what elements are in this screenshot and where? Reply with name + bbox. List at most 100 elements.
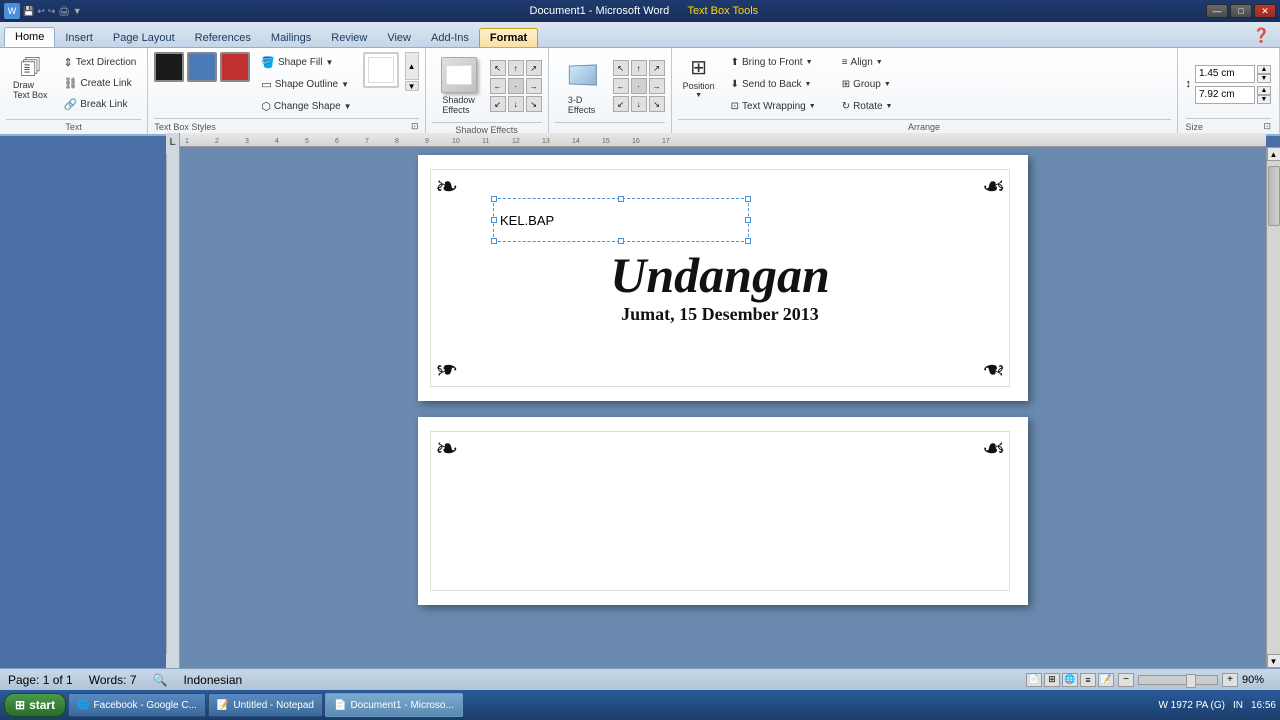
group-icon: ⊞	[842, 79, 850, 90]
styles-scroll-up[interactable]: ▲	[405, 52, 419, 80]
3d-ctrl-9[interactable]: ↘	[649, 96, 665, 112]
shadow-ctrl-5[interactable]: ·	[508, 78, 524, 94]
tab-add-ins[interactable]: Add-Ins	[421, 29, 479, 47]
width-down[interactable]: ▼	[1257, 95, 1271, 104]
height-up[interactable]: ▲	[1257, 65, 1271, 74]
textbox-styles-expand[interactable]: ⊡	[411, 121, 419, 132]
taskbar-item-notepad[interactable]: 📝 Untitled - Notepad	[208, 693, 323, 717]
shadow-ctrl-1[interactable]: ↖	[490, 60, 506, 76]
rotate-button[interactable]: ↻ Rotate ▼	[837, 96, 898, 116]
height-input[interactable]	[1195, 65, 1255, 83]
tab-home[interactable]: Home	[4, 27, 55, 47]
size-expand[interactable]: ⊡	[1263, 121, 1271, 132]
size-arrows-icon: ↕	[1186, 78, 1192, 90]
create-link-button[interactable]: ⛓ Create Link	[59, 73, 142, 93]
scroll-thumb[interactable]	[1268, 166, 1280, 226]
3d-ctrl-4[interactable]: ←	[613, 78, 629, 94]
help-button[interactable]: ❓	[1247, 24, 1276, 47]
shadow-effects-button[interactable]: ShadowEffects	[432, 52, 486, 120]
scroll-down-button[interactable]: ▼	[1267, 654, 1280, 668]
change-shape-icon: ⬡	[261, 100, 271, 113]
taskbar-item-word[interactable]: 📄 Document1 - Microso...	[325, 693, 463, 717]
color-swatch-black[interactable]	[154, 52, 184, 82]
zoom-in-btn[interactable]: +	[1222, 673, 1238, 687]
scroll-up-button[interactable]: ▲	[1267, 147, 1280, 161]
view-full-btn[interactable]: ⊞	[1044, 673, 1060, 687]
width-up[interactable]: ▲	[1257, 86, 1271, 95]
3d-ctrl-2[interactable]: ↑	[631, 60, 647, 76]
handle-tc[interactable]	[618, 196, 624, 202]
spell-check-icon[interactable]: 🔍	[153, 673, 168, 687]
zoom-slider-thumb[interactable]	[1186, 674, 1196, 688]
shadow-ctrl-9[interactable]: ↘	[526, 96, 542, 112]
color-swatch-blue[interactable]	[187, 52, 217, 82]
tab-page-layout[interactable]: Page Layout	[103, 29, 185, 47]
shadow-ctrl-8[interactable]: ↓	[508, 96, 524, 112]
3d-effects-button[interactable]: 3-DEffects	[555, 52, 609, 120]
handle-mr[interactable]	[745, 217, 751, 223]
svg-text:13: 13	[542, 138, 550, 145]
group-button[interactable]: ⊞ Group ▼	[837, 74, 898, 94]
shape-outline-button[interactable]: ▭ Shape Outline ▼	[256, 74, 356, 94]
3d-ctrl-5[interactable]: ·	[631, 78, 647, 94]
document-page-1: ❧ ❧ ❧ ❧ KEL.BAP Undan	[418, 155, 1028, 401]
shape-fill-button[interactable]: 🪣 Shape Fill ▼	[256, 52, 356, 72]
zoom-slider[interactable]	[1138, 675, 1218, 685]
color-swatch-red[interactable]	[220, 52, 250, 82]
tab-format[interactable]: Format	[479, 28, 538, 47]
tab-review[interactable]: Review	[321, 29, 377, 47]
view-web-btn[interactable]: 🌐	[1062, 673, 1078, 687]
quick-access-save[interactable]: 💾	[23, 6, 34, 17]
tab-references[interactable]: References	[185, 29, 261, 47]
3d-ctrl-8[interactable]: ↓	[631, 96, 647, 112]
break-link-button[interactable]: 🔗 Break Link	[59, 94, 142, 114]
shadow-ctrl-3[interactable]: ↗	[526, 60, 542, 76]
close-button[interactable]: ✕	[1254, 4, 1276, 18]
maximize-button[interactable]: □	[1230, 4, 1252, 18]
minimize-button[interactable]: —	[1206, 4, 1228, 18]
text-wrapping-button[interactable]: ⊡ Text Wrapping ▼	[726, 96, 821, 116]
quick-access-redo[interactable]: ↪	[48, 6, 56, 17]
quick-access-extra[interactable]: ▼	[73, 6, 82, 16]
align-button[interactable]: ≡ Align ▼	[837, 52, 898, 72]
handle-tr[interactable]	[745, 196, 751, 202]
handle-bl[interactable]	[491, 238, 497, 244]
textbox-selected[interactable]: KEL.BAP	[493, 198, 749, 242]
quick-access-print[interactable]: 🖨	[58, 6, 69, 17]
3d-ctrl-6[interactable]: →	[649, 78, 665, 94]
handle-tl[interactable]	[491, 196, 497, 202]
scrollbar-vertical[interactable]: ▲ ▼ ⊼ ⊽	[1266, 147, 1280, 698]
start-button[interactable]: ⊞ start	[4, 693, 66, 717]
svg-text:9: 9	[425, 138, 429, 145]
tab-insert[interactable]: Insert	[55, 29, 103, 47]
view-draft-btn[interactable]: 📝	[1098, 673, 1114, 687]
taskbar-item-facebook[interactable]: 🌐 Facebook - Google C...	[68, 693, 206, 717]
tab-mailings[interactable]: Mailings	[261, 29, 321, 47]
styles-more[interactable]: ▼	[405, 81, 419, 91]
view-outline-btn[interactable]: ≡	[1080, 673, 1096, 687]
shadow-ctrl-2[interactable]: ↑	[508, 60, 524, 76]
draw-textbox-button[interactable]: 🗊 DrawText Box	[6, 52, 55, 104]
shadow-ctrl-6[interactable]: →	[526, 78, 542, 94]
shadow-ctrl-4[interactable]: ←	[490, 78, 506, 94]
3d-ctrl-1[interactable]: ↖	[613, 60, 629, 76]
quick-access-undo[interactable]: ↩	[37, 6, 45, 17]
change-shape-button[interactable]: ⬡ Change Shape ▼	[256, 96, 356, 116]
handle-bc[interactable]	[618, 238, 624, 244]
shadow-ctrl-7[interactable]: ↙	[490, 96, 506, 112]
text-direction-button[interactable]: ⇕ Text Direction	[59, 52, 142, 72]
document-area[interactable]: ❧ ❧ ❧ ❧ KEL.BAP Undan	[180, 147, 1266, 698]
height-down[interactable]: ▼	[1257, 74, 1271, 83]
position-button[interactable]: ⊞ Position ▼	[678, 52, 720, 102]
view-print-btn[interactable]: 📄	[1026, 673, 1042, 687]
send-to-back-button[interactable]: ⬇ Send to Back ▼	[726, 74, 821, 94]
width-input[interactable]	[1195, 86, 1255, 104]
zoom-out-btn[interactable]: −	[1118, 673, 1134, 687]
handle-ml[interactable]	[491, 217, 497, 223]
tab-view[interactable]: View	[377, 29, 421, 47]
3d-ctrl-7[interactable]: ↙	[613, 96, 629, 112]
shape-preview[interactable]	[363, 52, 399, 88]
3d-ctrl-3[interactable]: ↗	[649, 60, 665, 76]
bring-to-front-button[interactable]: ⬆ Bring to Front ▼	[726, 52, 821, 72]
handle-br[interactable]	[745, 238, 751, 244]
